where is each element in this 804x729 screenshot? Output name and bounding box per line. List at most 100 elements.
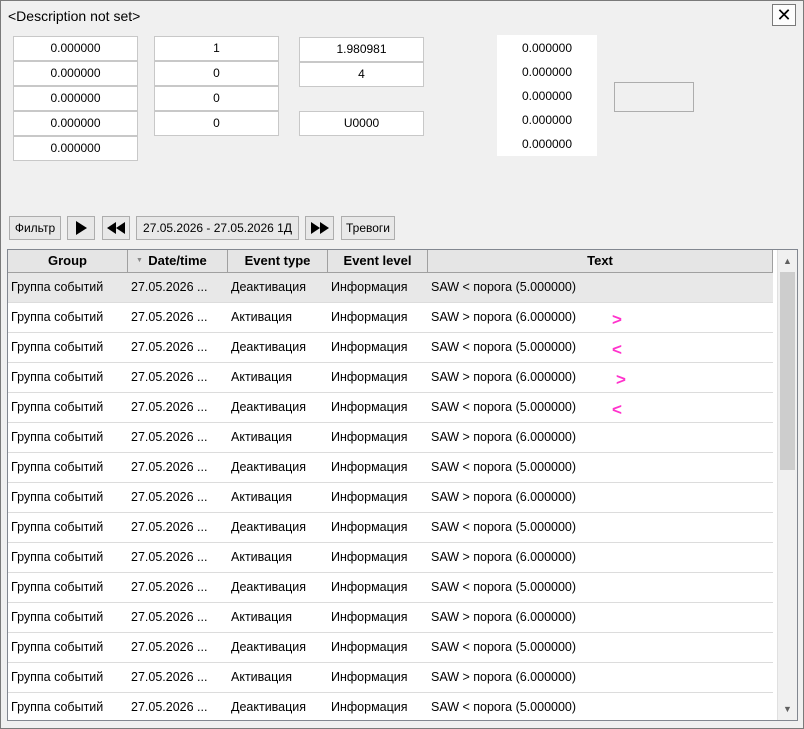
table-row[interactable]: Группа событий 27.05.2026 ... Деактивация И… (8, 633, 773, 663)
table-row[interactable]: Группа событий 27.05.2026 ... Деактивация И… (8, 573, 773, 603)
cell-text: SAW > порога (6.000000) (431, 670, 577, 684)
cell-event-type: Активация (231, 550, 293, 564)
cell-text: SAW < порога (5.000000) (431, 400, 577, 414)
cell-text: SAW < порога (5.000000) (431, 460, 577, 474)
cell-group: Группа событий (11, 490, 104, 504)
column-header-text[interactable]: Text (428, 250, 773, 273)
table-header: Group ▼ Date/time Event type Event level… (8, 250, 773, 273)
cell-group: Группа событий (11, 670, 104, 684)
cell-event-level: Информация (331, 370, 408, 384)
table-row[interactable]: Группа событий 27.05.2026 ... Активация Инф… (8, 603, 773, 633)
cell-group: Группа событий (11, 430, 104, 444)
scroll-up-icon[interactable]: ▲ (778, 252, 797, 270)
cell-event-type: Деактивация (231, 640, 307, 654)
cell-text: SAW < порога (5.000000) (431, 280, 577, 294)
panel-value: 0.000000 (521, 89, 573, 103)
value-field[interactable]: 0.000000 (13, 86, 138, 111)
cell-event-level: Информация (331, 400, 408, 414)
cell-group: Группа событий (11, 550, 104, 564)
play-icon (76, 221, 87, 235)
cell-event-type: Активация (231, 310, 293, 324)
cell-event-level: Информация (331, 550, 408, 564)
cell-text: SAW > порога (6.000000) (431, 490, 577, 504)
cell-event-type: Деактивация (231, 460, 307, 474)
table-row[interactable]: Группа событий 27.05.2026 ... Активация Инф… (8, 423, 773, 453)
value-field[interactable]: 0.000000 (13, 36, 138, 61)
cell-group: Группа событий (11, 580, 104, 594)
cell-event-type: Деактивация (231, 700, 307, 714)
cell-datetime: 27.05.2026 ... (131, 640, 208, 654)
value-field[interactable]: 1 (154, 36, 279, 61)
rewind-icon (107, 222, 125, 234)
table-row[interactable]: Группа событий 27.05.2026 ... Деактивация И… (8, 513, 773, 543)
panel-value: 0.000000 (521, 65, 573, 79)
cell-text: SAW < порога (5.000000) (431, 520, 577, 534)
value-field[interactable]: 1.980981 (299, 37, 424, 62)
cell-event-level: Информация (331, 670, 408, 684)
forward-button[interactable] (305, 216, 334, 240)
close-icon: ✕ (776, 5, 792, 25)
cell-event-type: Активация (231, 430, 293, 444)
value-field[interactable]: 0.000000 (13, 111, 138, 136)
cell-text: SAW < порога (5.000000) (431, 700, 577, 714)
cell-event-level: Информация (331, 280, 408, 294)
cell-event-type: Активация (231, 610, 293, 624)
alarms-button[interactable]: Тревоги (341, 216, 395, 240)
cell-group: Группа событий (11, 280, 104, 294)
panel-value: 0.000000 (521, 113, 573, 127)
cell-text: SAW > порога (6.000000) (431, 430, 577, 444)
value-field[interactable]: 0 (154, 61, 279, 86)
annotation-mark: > (616, 370, 626, 389)
value-field[interactable]: 0.000000 (13, 136, 138, 161)
table-row[interactable]: Группа событий 27.05.2026 ... Активация Инф… (8, 303, 773, 333)
annotation-mark: < (612, 340, 622, 359)
cell-datetime: 27.05.2026 ... (131, 460, 208, 474)
date-range-button[interactable]: 27.05.2026 - 27.05.2026 1Д (136, 216, 299, 240)
value-field[interactable]: 0 (154, 111, 279, 136)
cell-group: Группа событий (11, 700, 104, 714)
table-row[interactable]: Группа событий 27.05.2026 ... Деактивация И… (8, 393, 773, 423)
action-button[interactable] (614, 82, 694, 112)
value-field[interactable]: 0.000000 (13, 61, 138, 86)
scroll-down-icon[interactable]: ▼ (778, 700, 797, 718)
cell-event-level: Информация (331, 520, 408, 534)
column-header-datetime-label: Date/time (148, 253, 207, 268)
code-field[interactable]: U0000 (299, 111, 424, 136)
cell-event-level: Информация (331, 310, 408, 324)
table-row[interactable]: Группа событий 27.05.2026 ... Активация Инф… (8, 663, 773, 693)
vertical-scrollbar[interactable]: ▲ ▼ (777, 250, 797, 720)
column-header-group[interactable]: Group (8, 250, 128, 273)
table-row[interactable]: Группа событий 27.05.2026 ... Деактивация И… (8, 693, 773, 720)
cell-datetime: 27.05.2026 ... (131, 370, 208, 384)
scroll-thumb[interactable] (780, 272, 795, 470)
cell-group: Группа событий (11, 340, 104, 354)
filter-button[interactable]: Фильтр (9, 216, 61, 240)
table-row[interactable]: Группа событий 27.05.2026 ... Активация Инф… (8, 483, 773, 513)
rewind-button[interactable] (102, 216, 130, 240)
value-field[interactable]: 0 (154, 86, 279, 111)
close-button[interactable]: ✕ (772, 4, 796, 26)
play-button[interactable] (67, 216, 95, 240)
cell-group: Группа событий (11, 370, 104, 384)
events-table: Group ▼ Date/time Event type Event level… (7, 249, 798, 721)
fast-forward-icon (310, 222, 329, 234)
table-row[interactable]: Группа событий 27.05.2026 ... Активация Инф… (8, 363, 773, 393)
column-header-event-level[interactable]: Event level (328, 250, 428, 273)
cell-event-type: Деактивация (231, 340, 307, 354)
window-title: <Description not set> (8, 8, 141, 24)
cell-event-level: Информация (331, 460, 408, 474)
annotation-mark: > (612, 310, 622, 329)
table-row[interactable]: Группа событий 27.05.2026 ... Деактивация И… (8, 273, 773, 303)
cell-event-level: Информация (331, 610, 408, 624)
column-header-event-type[interactable]: Event type (228, 250, 328, 273)
table-row[interactable]: Группа событий 27.05.2026 ... Активация Инф… (8, 543, 773, 573)
value-field[interactable]: 4 (299, 62, 424, 87)
cell-text: SAW > порога (6.000000) (431, 610, 577, 624)
cell-text: SAW > порога (6.000000) (431, 370, 577, 384)
table-row[interactable]: Группа событий 27.05.2026 ... Деактивация И… (8, 333, 773, 363)
cell-datetime: 27.05.2026 ... (131, 490, 208, 504)
table-row[interactable]: Группа событий 27.05.2026 ... Деактивация И… (8, 453, 773, 483)
cell-group: Группа событий (11, 520, 104, 534)
column-header-datetime[interactable]: ▼ Date/time (128, 250, 228, 273)
cell-event-type: Деактивация (231, 520, 307, 534)
